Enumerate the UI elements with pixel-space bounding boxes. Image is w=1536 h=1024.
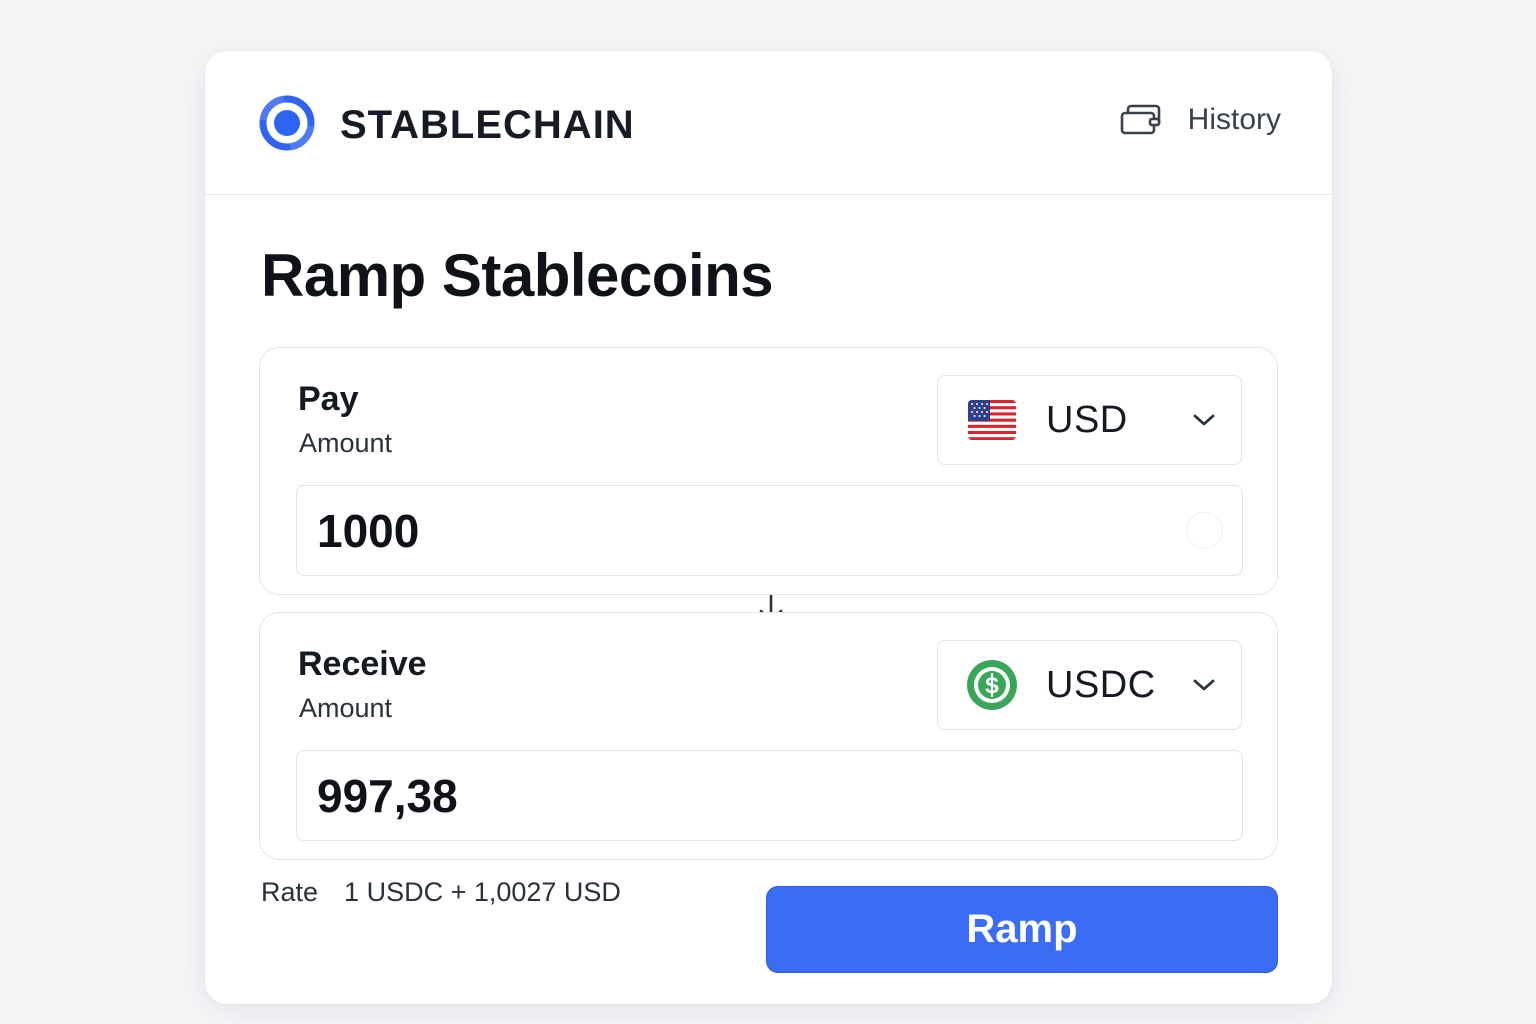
chevron-down-icon [1193,414,1215,426]
history-button[interactable]: History [1120,103,1281,137]
pay-amount-field[interactable] [296,485,1243,576]
history-label: History [1187,103,1281,136]
pay-currency-select[interactable]: USD [937,375,1242,465]
pay-amount-label: Amount [299,428,393,458]
receive-panel: Receive Amount S USDC [259,612,1278,860]
us-flag-icon [968,400,1016,440]
pay-title: Pay [298,380,359,418]
page-title: Ramp Stablecoins [261,242,774,309]
brand-name: STABLECHAIN [340,103,635,147]
pay-amount-input[interactable] [317,486,1157,575]
ramp-card: STABLECHAIN History Ramp Stablecoins Pay… [205,51,1332,1004]
receive-amount-field[interactable] [296,750,1243,841]
receive-currency-label: USDC [1046,663,1156,706]
stablechain-logo-icon [259,95,315,151]
wallet-icon [1120,104,1160,135]
receive-amount-label: Amount [299,693,393,723]
pay-currency-label: USD [1046,398,1128,441]
rate-value: 1 USDC + 1,0027 USD [344,877,621,907]
ramp-button[interactable]: Ramp [766,886,1278,973]
app-header: STABLECHAIN History [205,51,1332,195]
rate-label: Rate [261,877,319,907]
receive-currency-select[interactable]: S USDC [937,640,1242,730]
receive-amount-input[interactable] [317,751,1157,840]
input-indicator-icon [1186,512,1223,549]
receive-title: Receive [298,645,427,683]
exchange-rate: Rate 1 USDC + 1,0027 USD [261,877,621,908]
usdc-coin-icon: S [967,660,1017,710]
chevron-down-icon [1193,679,1215,691]
pay-panel: Pay Amount USD 1000 [259,347,1278,595]
